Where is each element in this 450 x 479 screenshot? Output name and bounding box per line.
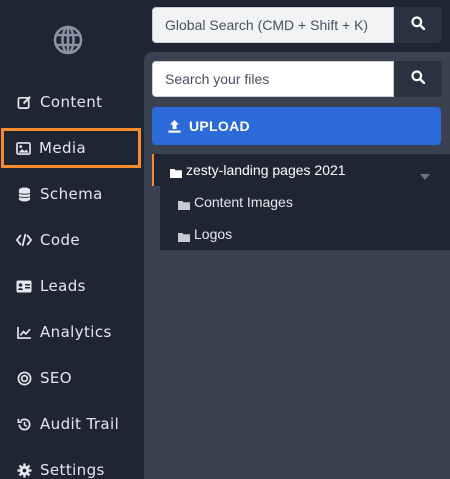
- global-search-placeholder: Global Search (CMD + Shift + K): [165, 17, 369, 33]
- database-icon: [16, 186, 32, 202]
- sidebar-item-label: Audit Trail: [40, 415, 120, 433]
- target-icon: [16, 370, 32, 386]
- folder-icon: [170, 165, 182, 178]
- file-search-placeholder: Search your files: [165, 71, 270, 87]
- sidebar-item-analytics[interactable]: Analytics: [0, 312, 144, 352]
- sidebar-item-seo[interactable]: SEO: [0, 358, 144, 398]
- file-search-button[interactable]: [394, 61, 442, 97]
- sidebar-item-label: Leads: [40, 277, 86, 295]
- upload-button[interactable]: UPLOAD: [152, 107, 441, 145]
- sidebar-item-schema[interactable]: Schema: [0, 174, 144, 214]
- global-search-input[interactable]: Global Search (CMD + Shift + K): [152, 7, 394, 43]
- sidebar-item-label: Media: [39, 139, 87, 157]
- sidebar-item-leads[interactable]: Leads: [0, 266, 144, 306]
- sidebar-item-audit-trail[interactable]: Audit Trail: [0, 404, 144, 444]
- edit-icon: [16, 94, 32, 110]
- file-search-input[interactable]: Search your files: [152, 61, 394, 97]
- id-card-icon: [16, 278, 32, 294]
- sidebar-item-code[interactable]: Code: [0, 220, 144, 260]
- folder-label: Content Images: [194, 194, 293, 210]
- upload-icon: [168, 119, 181, 133]
- upload-label: UPLOAD: [189, 118, 250, 134]
- sidebar-item-media[interactable]: Media: [1, 128, 141, 168]
- chart-line-icon: [16, 324, 32, 340]
- folder-icon: [178, 197, 190, 210]
- sidebar-item-label: Schema: [40, 185, 103, 203]
- sidebar: Content Media Schema Code Leads Analytic…: [0, 0, 144, 479]
- sidebar-item-label: SEO: [40, 369, 73, 387]
- folder-tree-root[interactable]: zesty-landing pages 2021: [152, 154, 450, 186]
- history-icon: [16, 416, 32, 432]
- folder-label: Logos: [194, 226, 233, 242]
- search-icon: [411, 15, 426, 35]
- folder-item-content-images[interactable]: Content Images: [160, 186, 450, 218]
- sidebar-item-label: Code: [40, 231, 81, 249]
- globe-logo-icon[interactable]: [52, 24, 84, 56]
- search-icon: [411, 69, 426, 89]
- code-icon: [16, 232, 32, 248]
- sidebar-item-label: Content: [40, 93, 103, 111]
- chevron-down-icon[interactable]: [420, 167, 430, 183]
- sidebar-item-settings[interactable]: Settings: [0, 450, 144, 479]
- sidebar-item-label: Settings: [40, 461, 105, 479]
- folder-label: zesty-landing pages 2021: [186, 162, 346, 178]
- image-icon: [15, 140, 31, 156]
- folder-icon: [178, 229, 190, 242]
- folder-item-logos[interactable]: Logos: [160, 218, 450, 250]
- sidebar-item-label: Analytics: [40, 323, 112, 341]
- gear-icon: [16, 462, 32, 478]
- sidebar-item-content[interactable]: Content: [0, 82, 144, 122]
- global-search-button[interactable]: [394, 7, 442, 43]
